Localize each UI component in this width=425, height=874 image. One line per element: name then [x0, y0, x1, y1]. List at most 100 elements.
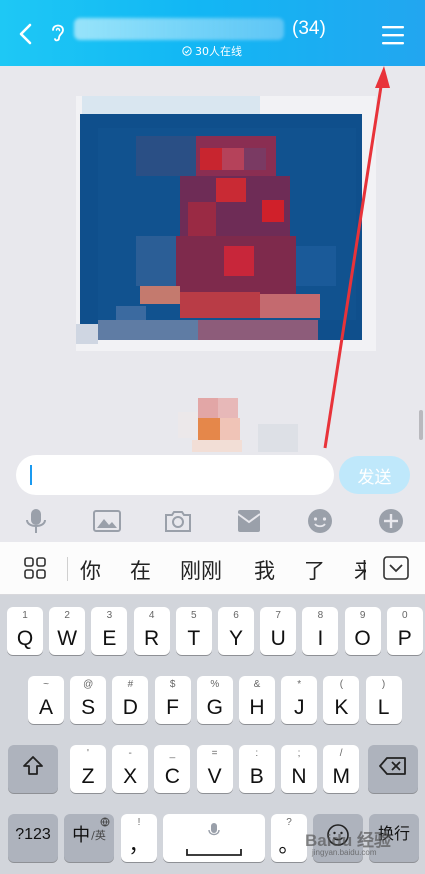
key[interactable]: * J	[281, 676, 318, 724]
key-secondary-label: =	[211, 748, 218, 759]
key-secondary-label: $	[169, 679, 176, 690]
key[interactable]: 4R	[133, 607, 170, 655]
key-secondary-label: (	[339, 679, 344, 690]
camera-icon[interactable]	[163, 506, 193, 536]
key[interactable]: :B	[238, 745, 275, 793]
key-secondary-label: 5	[191, 610, 197, 621]
key[interactable]: (K	[323, 676, 360, 724]
key[interactable]: 1Q	[7, 607, 43, 655]
candidate-word[interactable]: 在	[130, 555, 151, 585]
key[interactable]: ; N	[281, 745, 317, 793]
language-switch-key[interactable]: 中/英	[64, 814, 114, 862]
chat-header: (34) 30人在线	[0, 0, 425, 66]
key-secondary-label: '	[87, 748, 89, 759]
key-secondary-label: /英	[91, 829, 106, 842]
key-label: B	[249, 765, 264, 788]
key-secondary-label: -	[128, 748, 132, 759]
back-icon[interactable]	[14, 22, 38, 46]
key[interactable]: & H	[239, 676, 275, 724]
comma-key[interactable]: !，	[121, 814, 157, 862]
redacted-image-message[interactable]	[76, 96, 376, 351]
candidate-word[interactable]: 我	[254, 555, 275, 585]
key[interactable]: 7U	[260, 607, 297, 655]
key-secondary-label: ;	[297, 748, 301, 759]
candidate-word[interactable]: 你	[80, 555, 101, 585]
key-secondary-label: :	[255, 748, 259, 759]
key-secondary-label: *	[297, 679, 302, 690]
key-label: W	[57, 627, 78, 650]
key-label: M	[332, 765, 350, 788]
key[interactable]: 8I	[302, 607, 339, 655]
message-input[interactable]	[16, 455, 334, 495]
ear-icon[interactable]	[48, 20, 68, 44]
key-secondary-label: %	[210, 679, 220, 690]
backspace-key[interactable]	[368, 745, 418, 793]
key-secondary-label: 0	[402, 610, 408, 621]
key-secondary-label: )	[381, 679, 386, 690]
key[interactable]: -X	[112, 745, 149, 793]
candidate-word[interactable]: 了	[304, 555, 325, 585]
scrollbar[interactable]	[419, 410, 423, 440]
key-label: E	[102, 627, 117, 650]
shift-key[interactable]	[8, 745, 58, 793]
key-label: F	[166, 696, 179, 719]
key[interactable]: @ S	[70, 676, 107, 724]
key-secondary-label: !	[137, 817, 141, 828]
key[interactable]: / M	[323, 745, 360, 793]
menu-icon[interactable]	[381, 24, 405, 46]
member-count: (34)	[292, 18, 326, 39]
backspace-icon	[379, 757, 406, 775]
send-button[interactable]: 发送	[339, 456, 410, 494]
key-secondary-label: 1	[22, 610, 28, 621]
red-packet-icon[interactable]	[234, 506, 264, 536]
key[interactable]: _ C	[154, 745, 191, 793]
key-label: S	[81, 696, 96, 719]
chat-message-area[interactable]	[0, 66, 425, 454]
key-label: Y	[228, 627, 243, 650]
text-caret	[30, 465, 32, 485]
key[interactable]: ~ A	[28, 676, 64, 724]
plus-icon[interactable]	[376, 506, 406, 536]
candidate-word[interactable]: 刚刚	[180, 555, 222, 585]
key-label: X	[123, 765, 138, 788]
key-label: N	[291, 765, 307, 788]
composer: 发送	[0, 452, 425, 500]
key-label: I	[317, 627, 324, 650]
check-circle-icon	[182, 46, 192, 56]
key-secondary-label: /	[339, 748, 343, 759]
key-label: U	[270, 627, 286, 650]
redacted-image-message[interactable]	[178, 398, 300, 454]
microphone-icon[interactable]	[21, 506, 51, 536]
shift-icon	[23, 756, 43, 775]
globe-icon	[100, 817, 110, 827]
candidate-divider	[67, 557, 68, 581]
key[interactable]: 3E	[91, 607, 128, 655]
key[interactable]: $ F	[154, 676, 191, 724]
key[interactable]: 2W	[49, 607, 86, 655]
watermark-url: jingyan.baidu.com	[312, 848, 377, 857]
key[interactable]: 6Y	[218, 607, 254, 655]
space-key[interactable]	[163, 814, 265, 862]
period-key[interactable]: ?。	[271, 814, 307, 862]
key[interactable]: 5T	[175, 607, 212, 655]
group-name-redacted	[74, 18, 284, 40]
key[interactable]: # D	[112, 676, 149, 724]
numbers-key[interactable]: ?123	[8, 814, 58, 862]
key-label: 中	[72, 825, 91, 845]
candidate-word[interactable]: 来	[354, 555, 366, 585]
key-label: V	[207, 765, 222, 788]
keyboard-collapse-icon[interactable]	[383, 556, 409, 580]
key[interactable]: ' Z	[70, 745, 106, 793]
key[interactable]: % G	[196, 676, 233, 724]
key-secondary-label: 9	[359, 610, 366, 621]
key[interactable]: 0P	[386, 607, 423, 655]
key[interactable]: 9O	[344, 607, 381, 655]
key-label: 。	[278, 834, 300, 857]
key[interactable]: = V	[196, 745, 233, 793]
emoji-icon[interactable]	[305, 506, 335, 536]
grid-menu-icon[interactable]	[24, 557, 46, 579]
key-secondary-label: 8	[317, 610, 324, 621]
image-icon[interactable]	[92, 506, 122, 536]
key[interactable]: ) L	[365, 676, 402, 724]
key-label: K	[334, 696, 349, 719]
